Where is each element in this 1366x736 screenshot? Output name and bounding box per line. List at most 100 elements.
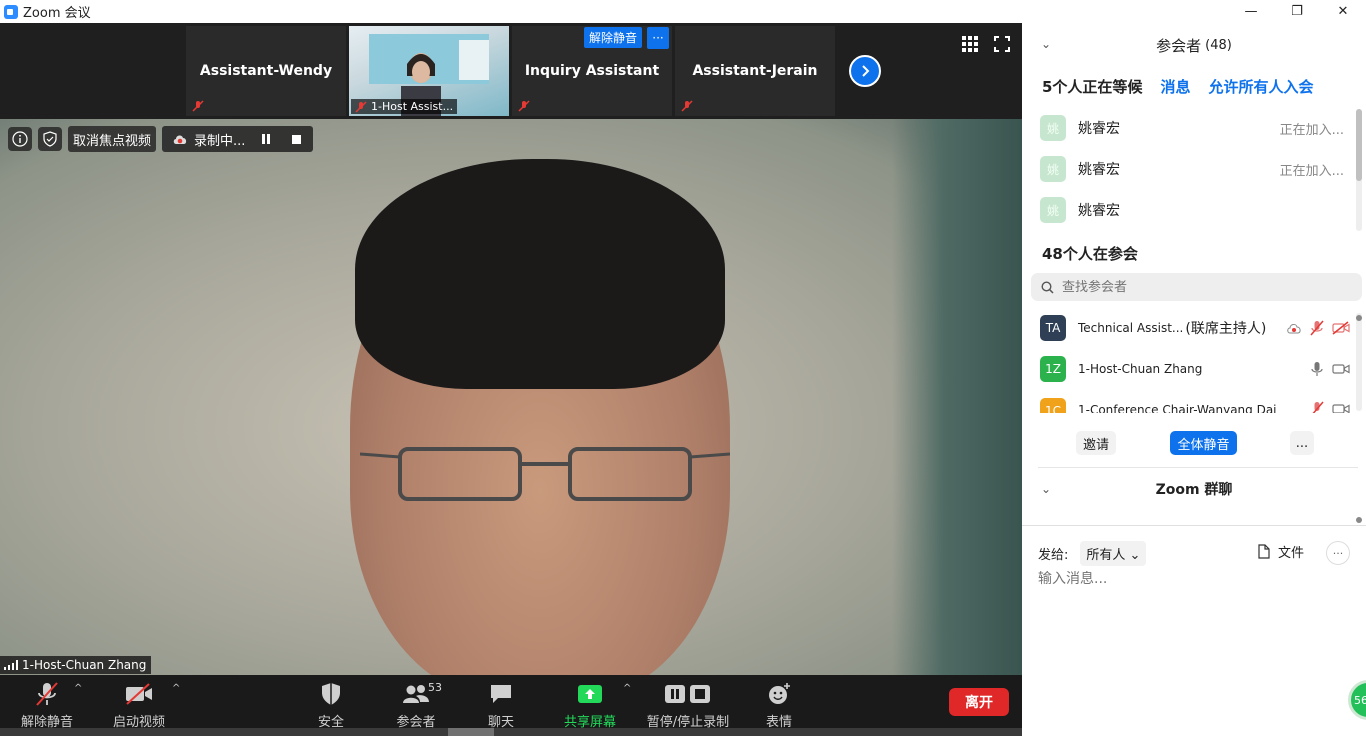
participant-row[interactable]: 1C 1-Conference Chair-Wanyang Dai xyxy=(1040,393,1350,413)
recipient-value: 所有人 xyxy=(1086,548,1126,563)
view-controls xyxy=(962,36,1010,52)
chevron-down-icon: ⌄ xyxy=(1129,548,1141,563)
waiting-name: 姚睿宏 xyxy=(1078,203,1120,219)
close-icon[interactable]: ✕ xyxy=(1320,0,1366,23)
avatar: TA xyxy=(1040,315,1066,341)
chat-more-button[interactable]: ··· xyxy=(1326,541,1350,565)
unmute-button[interactable]: 解除静音 xyxy=(18,675,76,730)
chat-button[interactable]: 聊天 xyxy=(486,675,516,730)
recording-indicator: 录制中... xyxy=(162,126,314,152)
security-button[interactable]: 安全 xyxy=(310,675,352,730)
search-icon xyxy=(1041,280,1054,294)
video-overlay-controls: 取消焦点视频 录制中... xyxy=(8,126,314,152)
tile-more-button[interactable]: ··· xyxy=(647,27,669,49)
horizontal-scrollbar[interactable] xyxy=(0,728,1022,736)
search-input[interactable] xyxy=(1062,279,1322,295)
tile-name: Assistant-Jerain xyxy=(692,63,818,79)
waiting-count-label: 5个人正在等候 xyxy=(1042,78,1143,96)
file-button[interactable]: 文件 xyxy=(1258,542,1304,561)
window-controls: — ❐ ✕ xyxy=(1228,0,1366,23)
message-waiting-link[interactable]: 消息 xyxy=(1160,76,1190,97)
admit-all-link[interactable]: 允许所有人入会 xyxy=(1208,76,1313,97)
mic-off-icon xyxy=(681,100,693,112)
collapse-chevron-icon[interactable]: ⌄ xyxy=(1041,37,1051,51)
share-screen-button[interactable]: 共享屏幕 xyxy=(562,675,618,730)
gallery-view-icon[interactable] xyxy=(962,36,978,52)
video-tile[interactable]: Assistant-Jerain xyxy=(675,26,835,116)
encryption-button[interactable] xyxy=(38,127,62,151)
participant-role: (联席主持人) xyxy=(1185,321,1267,337)
tile-name-caption: 1-Host Assist... xyxy=(351,99,458,114)
scrollbar-thumb[interactable] xyxy=(448,728,494,736)
video-options-chevron-icon[interactable]: ^ xyxy=(172,683,180,694)
meeting-info-button[interactable] xyxy=(8,127,32,151)
waiting-list-item[interactable]: 姚 姚睿宏 正在加入... xyxy=(1040,111,1350,145)
avatar: 姚 xyxy=(1040,115,1066,141)
participants-panel: ⌄ 参会者 (48) 5个人正在等候 消息 允许所有人入会 姚 姚睿宏 正在加入… xyxy=(1022,23,1366,736)
mute-all-button[interactable]: 全体静音 xyxy=(1170,431,1237,455)
window-title: Zoom 会议 xyxy=(23,6,91,21)
cloud-record-icon xyxy=(173,135,187,144)
unfocus-video-button[interactable]: 取消焦点视频 xyxy=(68,126,157,152)
mic-muted-icon[interactable] xyxy=(1310,320,1324,336)
video-off-icon[interactable] xyxy=(1332,321,1350,335)
collapse-chevron-icon[interactable]: ⌄ xyxy=(1041,482,1051,496)
participants-panel-header: ⌄ 参会者 (48) xyxy=(1022,23,1366,67)
avatar: 1Z xyxy=(1040,356,1066,382)
audio-options-chevron-icon[interactable]: ^ xyxy=(74,683,82,694)
participant-name: 1-Conference Chair-Wanyang Dai xyxy=(1078,403,1277,413)
pause-recording-button[interactable] xyxy=(257,130,275,148)
video-tile[interactable]: Assistant-Wendy xyxy=(186,26,346,116)
divider xyxy=(1038,467,1358,468)
in-meeting-header: 48个人在参会 xyxy=(1042,245,1138,263)
participant-row[interactable]: 1Z 1-Host-Chuan Zhang xyxy=(1040,352,1350,386)
joining-status: 正在加入... xyxy=(1279,163,1344,179)
reactions-button[interactable]: 表情 xyxy=(764,675,794,730)
chevron-right-icon xyxy=(862,65,870,77)
minimize-icon[interactable]: — xyxy=(1228,0,1274,23)
video-icon[interactable] xyxy=(1332,362,1350,376)
chat-scrollbar-thumb[interactable] xyxy=(1356,517,1362,523)
recipient-select[interactable]: 所有人 ⌄ xyxy=(1080,541,1147,566)
participant-row[interactable]: TA Technical Assist... (联席主持人) xyxy=(1040,311,1350,345)
next-page-button[interactable] xyxy=(849,55,881,87)
video-icon[interactable] xyxy=(1332,402,1350,413)
unmute-popup-button[interactable]: 解除静音 xyxy=(584,27,643,48)
participants-scrollbar[interactable] xyxy=(1356,313,1362,411)
pause-stop-recording-button[interactable]: 暂停/停止录制 xyxy=(645,675,731,730)
start-video-button[interactable]: 启动视频 xyxy=(110,675,168,730)
speaker-hair xyxy=(355,159,725,389)
waiting-list-item[interactable]: 姚 姚睿宏 正在加入... xyxy=(1040,152,1350,186)
chat-compose-area: 发给: 所有人 ⌄ 文件 ··· xyxy=(1022,525,1366,736)
waiting-scrollbar-thumb[interactable] xyxy=(1356,109,1362,181)
participants-button[interactable]: 53 参会者 xyxy=(392,675,442,730)
video-tile-host-assistant[interactable]: 1-Host Assist... xyxy=(349,26,509,116)
waiting-scrollbar[interactable] xyxy=(1356,109,1362,231)
active-speaker-name: 1-Host-Chuan Zhang xyxy=(0,656,152,674)
video-off-icon xyxy=(126,683,152,705)
invite-button[interactable]: 邀请 xyxy=(1076,431,1116,455)
fullscreen-icon[interactable] xyxy=(994,36,1010,52)
participants-scrollbar-thumb[interactable] xyxy=(1356,315,1362,321)
participant-name: Technical Assist... xyxy=(1078,321,1184,335)
video-strip: Assistant-Wendy 1-Host Assist... Inquiry… xyxy=(0,23,1022,119)
waiting-list-item[interactable]: 姚 姚睿宏 xyxy=(1040,193,1350,227)
speaker-glasses xyxy=(360,447,730,501)
avatar: 姚 xyxy=(1040,197,1066,223)
active-speaker-video xyxy=(0,119,1022,679)
message-input[interactable] xyxy=(1038,571,1338,587)
participants-more-button[interactable]: ... xyxy=(1290,431,1314,455)
share-options-chevron-icon[interactable]: ^ xyxy=(623,683,631,694)
tile-name: Assistant-Wendy xyxy=(199,63,333,79)
avatar: 姚 xyxy=(1040,156,1066,182)
maximize-icon[interactable]: ❐ xyxy=(1274,0,1320,23)
leave-button[interactable]: 离开 xyxy=(949,688,1009,716)
mic-icon[interactable] xyxy=(1310,361,1324,377)
waiting-room-header: 5个人正在等候 消息 允许所有人入会 xyxy=(1042,76,1362,97)
mic-muted-icon[interactable] xyxy=(1310,401,1324,413)
send-to-label: 发给: xyxy=(1038,548,1069,563)
file-label: 文件 xyxy=(1278,546,1305,561)
signal-strength-icon xyxy=(4,660,18,670)
waiting-name: 姚睿宏 xyxy=(1078,121,1120,137)
stop-recording-button[interactable] xyxy=(287,130,305,148)
